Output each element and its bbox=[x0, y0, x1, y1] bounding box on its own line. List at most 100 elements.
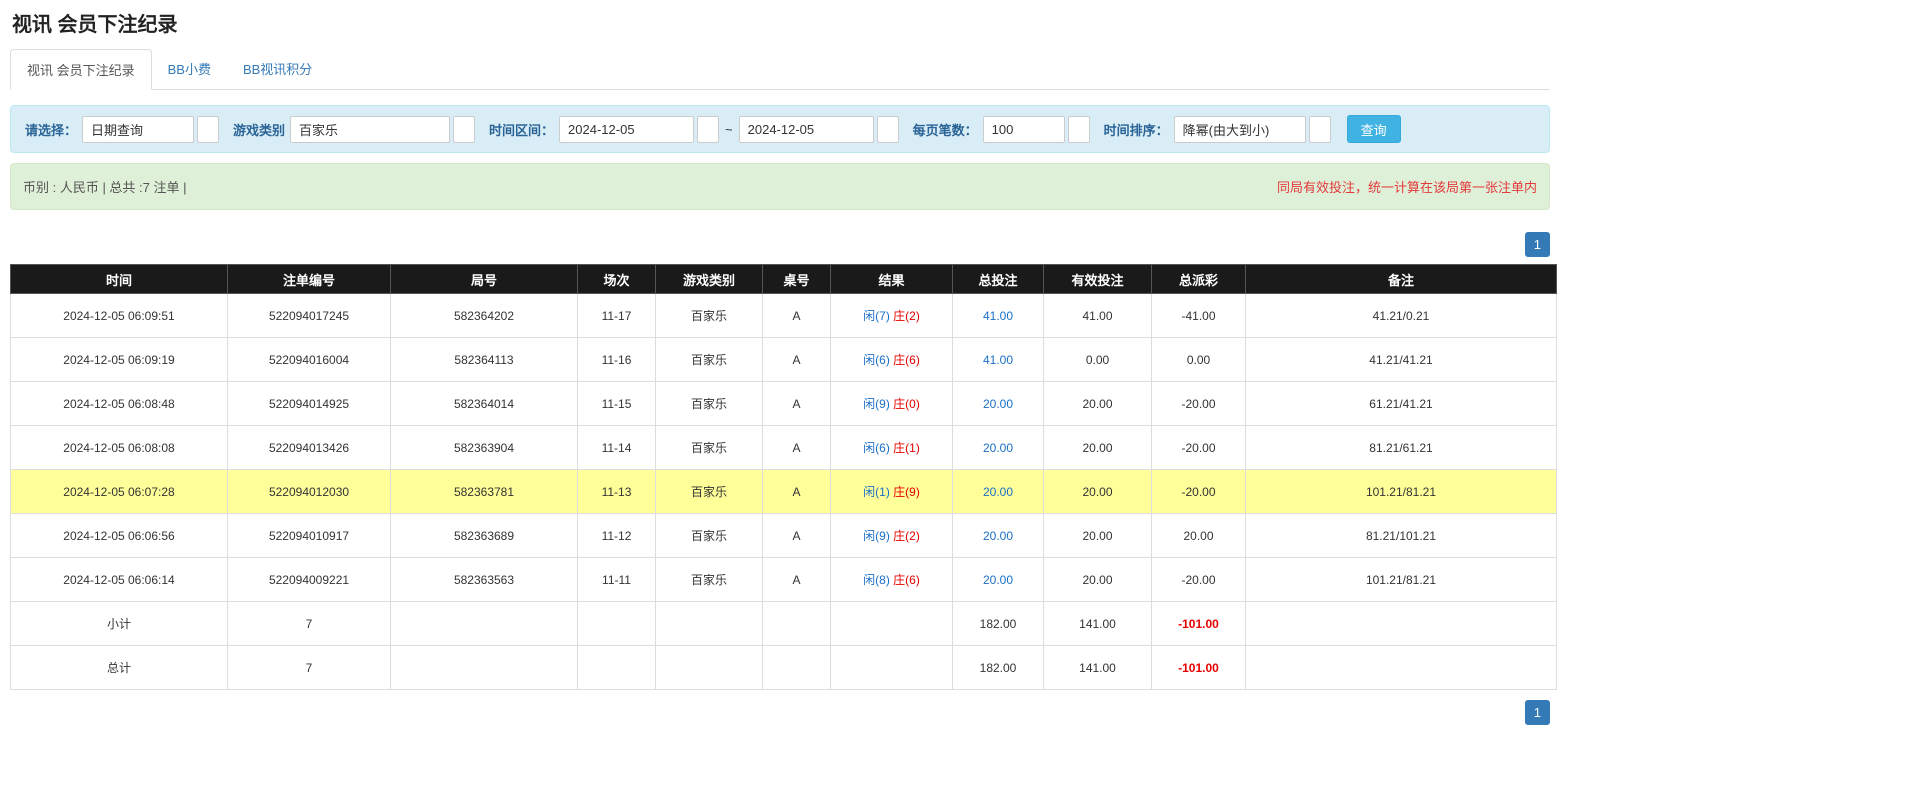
result-player: 闲(9) bbox=[863, 529, 890, 543]
table-no-cell: A bbox=[763, 426, 831, 470]
table-row: 2024-12-05 06:09:51522094017245582364202… bbox=[11, 294, 1557, 338]
result-banker: 庄(9) bbox=[893, 485, 920, 499]
query-type-input[interactable] bbox=[82, 116, 194, 143]
subtotal-payout: -101.00 bbox=[1152, 602, 1246, 646]
payout-cell: -20.00 bbox=[1152, 426, 1246, 470]
payout-cell: -41.00 bbox=[1152, 294, 1246, 338]
table-no-cell: A bbox=[763, 470, 831, 514]
total-bet-cell: 20.00 bbox=[953, 426, 1044, 470]
round-id-cell: 582364113 bbox=[391, 338, 578, 382]
date-to-input[interactable] bbox=[739, 116, 874, 143]
sort-order-label: 时间排序： bbox=[1104, 120, 1169, 139]
table-row: 2024-12-05 06:06:14522094009221582363563… bbox=[11, 558, 1557, 602]
result-player: 闲(6) bbox=[863, 441, 890, 455]
time-cell: 2024-12-05 06:06:14 bbox=[11, 558, 228, 602]
footer-empty-cell bbox=[763, 602, 831, 646]
result-cell: 闲(8) 庄(6) bbox=[831, 558, 953, 602]
col-total-bet: 总投注 bbox=[953, 265, 1044, 294]
subtotal-row: 小计 7 182.00 141.00 -101.00 bbox=[11, 602, 1557, 646]
tab-bb-points[interactable]: BB视讯积分 bbox=[227, 49, 328, 90]
valid-bet-cell: 20.00 bbox=[1044, 558, 1152, 602]
date-from-picker[interactable] bbox=[697, 116, 719, 143]
valid-bet-cell: 20.00 bbox=[1044, 426, 1152, 470]
table-row: 2024-12-05 06:09:19522094016004582364113… bbox=[11, 338, 1557, 382]
table-no-cell: A bbox=[763, 382, 831, 426]
result-banker: 庄(1) bbox=[893, 441, 920, 455]
query-type-picker[interactable] bbox=[197, 116, 219, 143]
total-bet-link[interactable]: 20.00 bbox=[983, 529, 1013, 543]
sort-order-input[interactable] bbox=[1174, 116, 1306, 143]
summary-currency-count: 币别 : 人民币 | 总共 :7 注单 | bbox=[23, 177, 187, 196]
footer-empty-cell bbox=[391, 646, 578, 690]
result-banker: 庄(6) bbox=[893, 353, 920, 367]
time-cell: 2024-12-05 06:09:51 bbox=[11, 294, 228, 338]
total-row: 总计 7 182.00 141.00 -101.00 bbox=[11, 646, 1557, 690]
page-button-1-bottom[interactable]: 1 bbox=[1525, 700, 1550, 725]
sort-order-picker[interactable] bbox=[1309, 116, 1331, 143]
game-type-input[interactable] bbox=[290, 116, 450, 143]
result-banker: 庄(2) bbox=[893, 529, 920, 543]
pagination-top: 1 bbox=[10, 232, 1550, 257]
total-bet-cell: 20.00 bbox=[953, 470, 1044, 514]
page-size-picker[interactable] bbox=[1068, 116, 1090, 143]
time-cell: 2024-12-05 06:09:19 bbox=[11, 338, 228, 382]
records-table: 时间 注单编号 局号 场次 游戏类别 桌号 结果 总投注 有效投注 总派彩 备注… bbox=[10, 264, 1557, 690]
footer-empty-cell bbox=[391, 602, 578, 646]
remark-cell: 61.21/41.21 bbox=[1246, 382, 1557, 426]
date-to-picker[interactable] bbox=[877, 116, 899, 143]
session-cell: 11-17 bbox=[578, 294, 656, 338]
date-range-separator: ~ bbox=[725, 122, 733, 137]
bet-id-cell: 522094017245 bbox=[228, 294, 391, 338]
page-title: 视讯 会员下注纪录 bbox=[12, 8, 1550, 37]
tab-betting-records[interactable]: 视讯 会员下注纪录 bbox=[10, 49, 152, 90]
round-id-cell: 582364014 bbox=[391, 382, 578, 426]
filter-bar: 请选择： 游戏类别 时间区间： ~ 每页笔数： 时间排序： 查询 bbox=[10, 105, 1550, 153]
table-body: 2024-12-05 06:09:51522094017245582364202… bbox=[11, 294, 1557, 602]
remark-cell: 101.21/81.21 bbox=[1246, 470, 1557, 514]
game-type-cell: 百家乐 bbox=[656, 294, 763, 338]
valid-bet-cell: 20.00 bbox=[1044, 470, 1152, 514]
total-bet-cell: 20.00 bbox=[953, 382, 1044, 426]
total-bet-link[interactable]: 41.00 bbox=[983, 309, 1013, 323]
round-id-cell: 582364202 bbox=[391, 294, 578, 338]
game-type-picker[interactable] bbox=[453, 116, 475, 143]
col-game-type: 游戏类别 bbox=[656, 265, 763, 294]
payout-cell: -20.00 bbox=[1152, 470, 1246, 514]
game-type-cell: 百家乐 bbox=[656, 338, 763, 382]
round-id-cell: 582363781 bbox=[391, 470, 578, 514]
subtotal-total-bet: 182.00 bbox=[953, 602, 1044, 646]
result-cell: 闲(1) 庄(9) bbox=[831, 470, 953, 514]
result-player: 闲(1) bbox=[863, 485, 890, 499]
total-payout: -101.00 bbox=[1152, 646, 1246, 690]
bet-id-cell: 522094016004 bbox=[228, 338, 391, 382]
tab-bar: 视讯 会员下注纪录 BB小费 BB视讯积分 bbox=[10, 49, 1550, 90]
page-size-input[interactable] bbox=[983, 116, 1065, 143]
page-button-1[interactable]: 1 bbox=[1525, 232, 1550, 257]
total-bet-link[interactable]: 20.00 bbox=[983, 441, 1013, 455]
total-bet-link[interactable]: 20.00 bbox=[983, 573, 1013, 587]
valid-bet-cell: 20.00 bbox=[1044, 382, 1152, 426]
game-type-cell: 百家乐 bbox=[656, 426, 763, 470]
subtotal-valid-bet: 141.00 bbox=[1044, 602, 1152, 646]
pagination-bottom: 1 bbox=[10, 700, 1550, 729]
table-row: 2024-12-05 06:06:56522094010917582363689… bbox=[11, 514, 1557, 558]
date-from-input[interactable] bbox=[559, 116, 694, 143]
col-remark: 备注 bbox=[1246, 265, 1557, 294]
result-player: 闲(6) bbox=[863, 353, 890, 367]
time-cell: 2024-12-05 06:08:08 bbox=[11, 426, 228, 470]
total-bet-link[interactable]: 41.00 bbox=[983, 353, 1013, 367]
result-cell: 闲(9) 庄(2) bbox=[831, 514, 953, 558]
subtotal-label: 小计 bbox=[11, 602, 228, 646]
query-type-label: 请选择： bbox=[25, 120, 77, 139]
total-bet-link[interactable]: 20.00 bbox=[983, 485, 1013, 499]
footer-empty-cell bbox=[1246, 646, 1557, 690]
result-banker: 庄(6) bbox=[893, 573, 920, 587]
time-cell: 2024-12-05 06:08:48 bbox=[11, 382, 228, 426]
tab-bb-tips[interactable]: BB小费 bbox=[152, 49, 227, 90]
total-bet-link[interactable]: 20.00 bbox=[983, 397, 1013, 411]
search-button[interactable]: 查询 bbox=[1347, 115, 1401, 143]
result-player: 闲(9) bbox=[863, 397, 890, 411]
remark-cell: 81.21/101.21 bbox=[1246, 514, 1557, 558]
col-round-id: 局号 bbox=[391, 265, 578, 294]
round-id-cell: 582363904 bbox=[391, 426, 578, 470]
